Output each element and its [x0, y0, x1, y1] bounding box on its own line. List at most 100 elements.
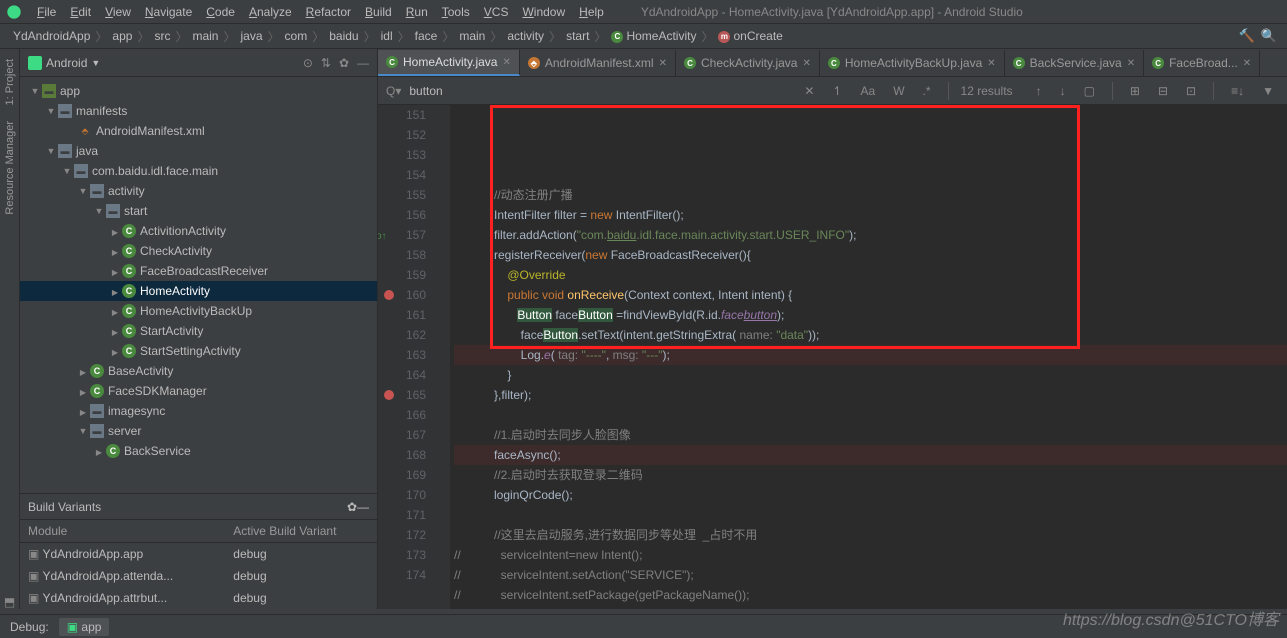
tree-node-manifests[interactable]: ▼▬manifests: [20, 101, 377, 121]
breadcrumb-item[interactable]: face: [412, 29, 441, 43]
breakpoint-icon[interactable]: [384, 390, 394, 400]
build-variant-row[interactable]: ▣ YdAndroidApp.attrbut...debug: [20, 587, 377, 609]
breadcrumb-item[interactable]: main: [456, 29, 488, 43]
tree-node-start[interactable]: ▼▬start: [20, 201, 377, 221]
breadcrumb-item[interactable]: activity: [504, 29, 547, 43]
code-line[interactable]: Button faceButton =findViewById(R.id.fac…: [454, 305, 1287, 325]
code-line[interactable]: Log.e( tag: "----", msg: "---");: [454, 345, 1287, 365]
breadcrumb-item[interactable]: YdAndroidApp: [10, 29, 93, 43]
override-icon[interactable]: o↑: [378, 227, 387, 247]
search-icon[interactable]: 🔍: [1261, 28, 1277, 44]
close-icon[interactable]: ✕: [1243, 58, 1251, 69]
code-line[interactable]: faceAsync();: [454, 445, 1287, 465]
tree-node-facesdkmanager[interactable]: FaceSDKManager: [20, 381, 377, 401]
down-arrow-icon[interactable]: ↓: [1055, 84, 1071, 98]
build-variant-row[interactable]: ▣ YdAndroidApp.appdebug: [20, 543, 377, 566]
code-editor[interactable]: 151152153154155156157o↑15815916016116216…: [378, 105, 1287, 609]
editor-tab[interactable]: CCheckActivity.java✕: [676, 50, 820, 76]
editor-tab[interactable]: CHomeActivity.java✕: [378, 50, 520, 76]
build-icon[interactable]: 🔨: [1239, 28, 1255, 44]
breadcrumb-item[interactable]: CHomeActivity: [608, 29, 699, 43]
editor-tab[interactable]: CBackService.java✕: [1005, 50, 1144, 76]
menu-window[interactable]: Window: [515, 5, 572, 19]
debug-app-selector[interactable]: ▣ app: [59, 618, 110, 636]
case-icon[interactable]: Aa: [856, 84, 881, 98]
tree-node-baseactivity[interactable]: BaseActivity: [20, 361, 377, 381]
breadcrumb-item[interactable]: idl: [378, 29, 396, 43]
code-line[interactable]: // startService(serviceIntent);: [454, 605, 1287, 609]
editor-tab[interactable]: CHomeActivityBackUp.java✕: [820, 50, 1005, 76]
menu-build[interactable]: Build: [358, 5, 399, 19]
code-line[interactable]: public void onReceive(Context context, I…: [454, 285, 1287, 305]
word-icon[interactable]: W: [888, 84, 909, 98]
breadcrumb-item[interactable]: monCreate: [715, 29, 785, 43]
code-line[interactable]: IntentFilter filter = new IntentFilter()…: [454, 205, 1287, 225]
breadcrumb-item[interactable]: src: [151, 29, 173, 43]
tree-node-androidmanifest-xml[interactable]: ⬘AndroidManifest.xml: [20, 121, 377, 141]
code-line[interactable]: }: [454, 365, 1287, 385]
code-line[interactable]: //1.启动时去同步人脸图像: [454, 425, 1287, 445]
tree-node-activity[interactable]: ▼▬activity: [20, 181, 377, 201]
code-line[interactable]: [454, 405, 1287, 425]
tree-node-app[interactable]: ▼▬app: [20, 81, 377, 101]
tree-node-homeactivity[interactable]: HomeActivity: [20, 281, 377, 301]
menu-file[interactable]: File: [30, 5, 63, 19]
code-line[interactable]: //2.启动时去获取登录二维码: [454, 465, 1287, 485]
editor-tab[interactable]: CFaceBroad...✕: [1144, 50, 1260, 76]
tree-node-activitionactivity[interactable]: ActivitionActivity: [20, 221, 377, 241]
tree-node-homeactivitybackup[interactable]: HomeActivityBackUp: [20, 301, 377, 321]
project-tool-tab[interactable]: 1: Project: [2, 53, 18, 111]
regex-icon[interactable]: .*: [918, 84, 936, 98]
scroll-from-source-icon[interactable]: ⊙: [303, 56, 313, 70]
project-view-selector[interactable]: Android ▼: [28, 56, 100, 70]
code-line[interactable]: //动态注册广播: [454, 185, 1287, 205]
tree-node-facebroadcastreceiver[interactable]: FaceBroadcastReceiver: [20, 261, 377, 281]
breadcrumb-item[interactable]: start: [563, 29, 592, 43]
code-line[interactable]: [454, 165, 1287, 185]
breadcrumb-item[interactable]: baidu: [326, 29, 361, 43]
resource-manager-tab[interactable]: Resource Manager: [2, 115, 18, 221]
code-line[interactable]: // serviceIntent.setPackage(getPackageNa…: [454, 585, 1287, 605]
menu-analyze[interactable]: Analyze: [242, 5, 299, 19]
project-tree[interactable]: ▼▬app▼▬manifests⬘AndroidManifest.xml▼▬ja…: [20, 77, 377, 493]
code-line[interactable]: filter.addAction("com.baidu.idl.face.mai…: [454, 225, 1287, 245]
hide-icon[interactable]: —: [357, 56, 369, 70]
settings-icon[interactable]: ✿: [339, 56, 349, 70]
code-line[interactable]: [454, 505, 1287, 525]
breadcrumb-item[interactable]: app: [109, 29, 135, 43]
code-line[interactable]: @Override: [454, 265, 1287, 285]
tree-node-imagesync[interactable]: ▬imagesync: [20, 401, 377, 421]
tree-node-java[interactable]: ▼▬java: [20, 141, 377, 161]
select-all-icon[interactable]: ▢: [1079, 84, 1100, 98]
menu-edit[interactable]: Edit: [63, 5, 98, 19]
editor-tab[interactable]: ⬘AndroidManifest.xml✕: [520, 50, 676, 76]
close-icon[interactable]: ✕: [659, 58, 667, 69]
tree-node-com-baidu-idl-face-main[interactable]: ▼▬com.baidu.idl.face.main: [20, 161, 377, 181]
hide-icon[interactable]: —: [357, 500, 369, 514]
code-line[interactable]: registerReceiver(new FaceBroadcastReceiv…: [454, 245, 1287, 265]
code-line[interactable]: },filter);: [454, 385, 1287, 405]
tree-node-startsettingactivity[interactable]: StartSettingActivity: [20, 341, 377, 361]
filter-icon[interactable]: ≡↓: [1226, 84, 1249, 98]
remove-selection-icon[interactable]: ⊟: [1153, 84, 1173, 98]
add-selection-icon[interactable]: ⊞: [1125, 84, 1145, 98]
breadcrumb-item[interactable]: java: [238, 29, 266, 43]
expand-all-icon[interactable]: ⇅: [321, 56, 331, 70]
menu-help[interactable]: Help: [572, 5, 611, 19]
close-icon[interactable]: ✕: [502, 57, 510, 68]
tree-node-checkactivity[interactable]: CheckActivity: [20, 241, 377, 261]
close-icon[interactable]: ✕: [802, 58, 810, 69]
close-icon[interactable]: ✕: [987, 58, 995, 69]
menu-vcs[interactable]: VCS: [477, 5, 516, 19]
menu-refactor[interactable]: Refactor: [299, 5, 358, 19]
settings-icon[interactable]: ✿: [347, 500, 357, 514]
build-variant-row[interactable]: ▣ YdAndroidApp.attenda...debug: [20, 565, 377, 587]
code-line[interactable]: faceButton.setText(intent.getStringExtra…: [454, 325, 1287, 345]
build-variants-toggle-icon[interactable]: ⬒: [4, 595, 15, 609]
funnel-icon[interactable]: ▼: [1257, 84, 1279, 98]
clear-icon[interactable]: ✕: [799, 84, 819, 98]
prev-match-icon[interactable]: ↿: [827, 84, 847, 98]
code-line[interactable]: // serviceIntent=new Intent();: [454, 545, 1287, 565]
breadcrumb-item[interactable]: com: [282, 29, 311, 43]
find-input[interactable]: [409, 84, 689, 98]
